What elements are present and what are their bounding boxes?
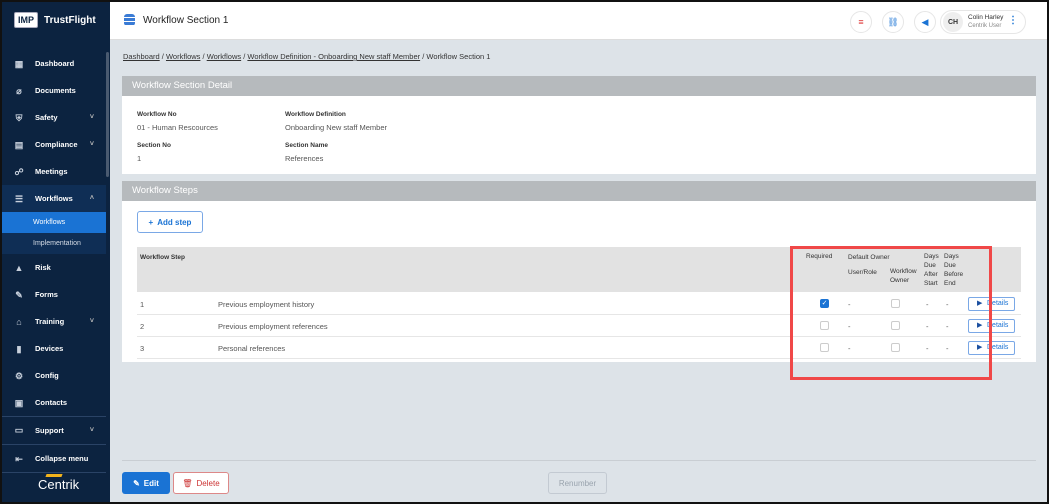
- workflow-steps-title: Workflow Steps: [122, 181, 1036, 201]
- people-icon: ☍: [14, 166, 24, 177]
- megaphone-icon[interactable]: ◀: [914, 11, 936, 33]
- chevron-icon: ˅: [89, 426, 94, 434]
- form-icon: ✎: [15, 289, 23, 300]
- sidebar-item-compliance[interactable]: ▤ Compliance ˅: [2, 131, 106, 158]
- sidebar-item-safety[interactable]: ⛨ Safety ˅: [2, 104, 106, 131]
- user-menu[interactable]: CH Colin Harley Centrik User ⋮: [940, 10, 1026, 34]
- document-icon: ▤: [14, 139, 24, 150]
- sidebar-item-forms[interactable]: ✎ Forms: [2, 281, 106, 308]
- workflow-icon: ☰: [14, 193, 24, 204]
- shield-icon: ⛨: [15, 112, 23, 123]
- sidebar-item-documents[interactable]: ⌀ Documents: [2, 77, 106, 104]
- edit-button[interactable]: ✎ Edit: [122, 472, 170, 494]
- plus-icon: +: [148, 217, 154, 227]
- breadcrumb-definition[interactable]: Workflow Definition - Onboarding New sta…: [247, 52, 420, 61]
- chevron-icon: ˅: [89, 318, 94, 325]
- paperclip-icon: ⌀: [16, 85, 22, 96]
- workflow-icon: [124, 14, 135, 26]
- avatar: CH: [943, 12, 963, 32]
- centrik-logo: Centrik: [38, 477, 80, 492]
- section-detail-panel: Workflow Section Detail Workflow No 01 -…: [122, 76, 1036, 174]
- sidebar-item-risk[interactable]: ▲ Risk: [2, 254, 106, 281]
- sidebar-item-config[interactable]: ⚙ Config: [2, 362, 106, 389]
- sidebar-subitem-implementation[interactable]: Implementation: [2, 233, 106, 254]
- trash-icon: 🗑: [182, 478, 193, 488]
- dashboard-icon: ▦: [14, 58, 24, 69]
- breadcrumb-workflows-list[interactable]: Workflows: [207, 52, 241, 61]
- link-icon[interactable]: ⛓: [882, 11, 904, 33]
- contacts-icon: ▣: [14, 397, 24, 408]
- sidebar-scrollbar[interactable]: [106, 52, 109, 177]
- chevron-icon: ˄: [89, 195, 94, 202]
- sidebar-item-meetings[interactable]: ☍ Meetings: [2, 158, 106, 185]
- highlight-annotation: [790, 246, 992, 380]
- header: Workflow Section 1 ≡ ⛓ ◀ CH Colin Harley…: [110, 2, 1047, 40]
- sidebar-subitem-workflows[interactable]: Workflows: [2, 212, 106, 233]
- chevron-icon: ˅: [89, 141, 94, 148]
- edit-icon: ✎: [133, 478, 140, 488]
- breadcrumb-current: Workflow Section 1: [426, 52, 491, 61]
- section-detail-title: Workflow Section Detail: [122, 76, 1036, 96]
- warning-icon: ▲: [14, 262, 24, 273]
- graduation-icon: ⌂: [16, 316, 22, 327]
- breadcrumb-dashboard[interactable]: Dashboard: [123, 52, 160, 61]
- renumber-button[interactable]: Renumber: [548, 472, 607, 494]
- sidebar-item-training[interactable]: ⌂ Training ˅: [2, 308, 106, 335]
- logo: IMP TrustFlight: [14, 12, 96, 28]
- collapse-icon: ⇤: [15, 453, 23, 464]
- add-step-button[interactable]: + Add step: [137, 211, 203, 233]
- device-icon: ▮: [16, 343, 22, 354]
- delete-button[interactable]: 🗑 Delete: [173, 472, 229, 494]
- sidebar-item-dashboard[interactable]: ▦ Dashboard: [2, 50, 106, 77]
- sidebar-item-devices[interactable]: ▮ Devices: [2, 335, 106, 362]
- config-icon: ⚙: [14, 370, 24, 381]
- sidebar-item-workflows[interactable]: ☰ Workflows ˄: [2, 185, 106, 212]
- database-icon[interactable]: ≡: [850, 11, 872, 33]
- more-icon[interactable]: ⋮: [1008, 15, 1018, 26]
- breadcrumb: Dashboard / Workflows / Workflows / Work…: [123, 52, 491, 61]
- sidebar: IMP TrustFlight ▦ Dashboard ⌀ Documents ⛨ Safe…: [2, 2, 110, 502]
- collapse-menu-button[interactable]: ⇤ Collapse menu: [2, 445, 106, 472]
- breadcrumb-workflows[interactable]: Workflows: [166, 52, 200, 61]
- chevron-icon: ˅: [89, 114, 94, 121]
- page-title: Workflow Section 1: [143, 14, 229, 26]
- sidebar-item-contacts[interactable]: ▣ Contacts: [2, 389, 106, 416]
- sidebar-item-support[interactable]: ▭ Support ˅: [2, 416, 106, 443]
- support-icon: ▭: [14, 425, 24, 435]
